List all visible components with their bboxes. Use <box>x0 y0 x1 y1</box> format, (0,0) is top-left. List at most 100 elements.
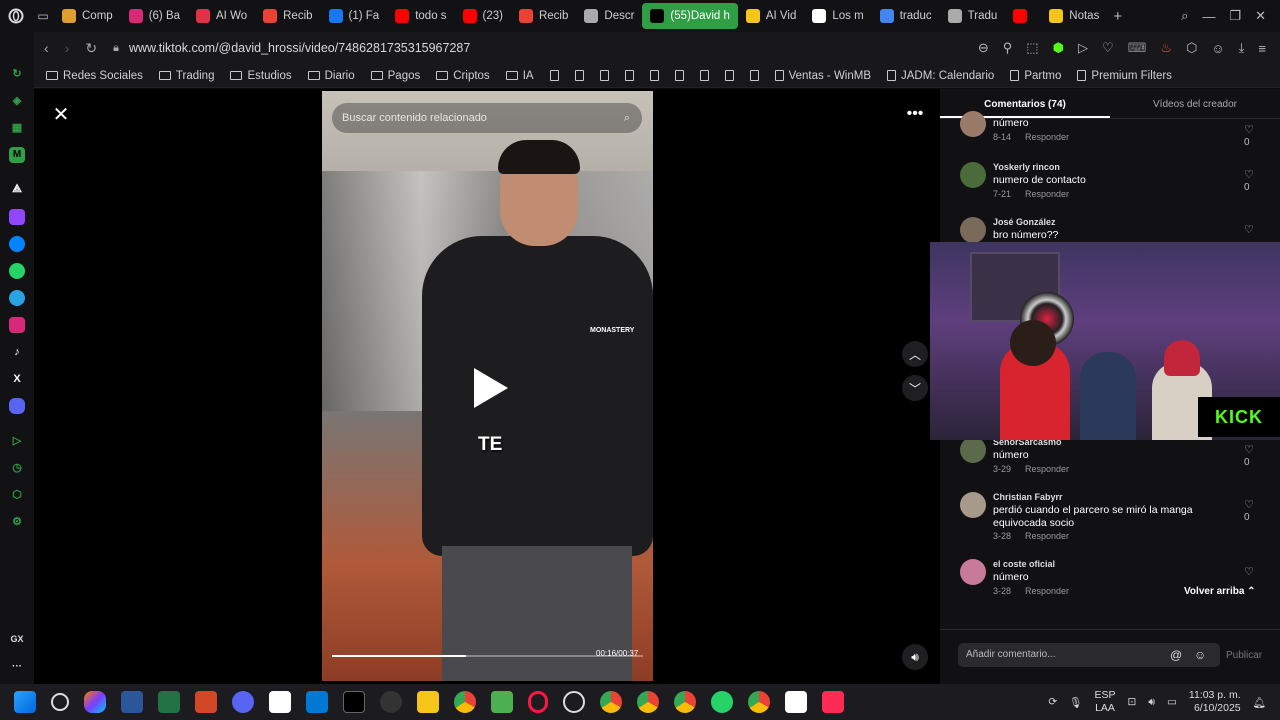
network-icon[interactable]: ⊡ <box>1128 696 1137 708</box>
capcut-2-icon[interactable] <box>784 691 807 713</box>
chrome-icon[interactable] <box>453 691 476 713</box>
bookmark-item[interactable]: Trading <box>158 70 214 82</box>
discord-icon[interactable] <box>9 397 25 414</box>
comment-username[interactable]: Christian Fabyrr <box>993 492 1063 502</box>
emoji-icon[interactable]: ☺ <box>1194 643 1206 667</box>
url-field[interactable]: www.tiktok.com/@david_hrossi/video/74862… <box>129 41 470 55</box>
battery-icon[interactable]: ▭ <box>1167 696 1177 708</box>
fire-icon[interactable]: ♨ <box>1160 40 1172 56</box>
browser-tab[interactable]: Los m <box>804 3 871 29</box>
browser-tab[interactable]: (23) <box>455 3 511 29</box>
browser-tab[interactable]: (6) Ba <box>121 3 188 29</box>
windows-start-icon[interactable] <box>13 691 36 713</box>
close-window-icon[interactable]: ✕ <box>1255 8 1266 24</box>
search-icon[interactable]: ⌕ <box>1181 8 1188 24</box>
bookmark-item[interactable]: Premium Filters <box>1077 70 1172 82</box>
reply-button[interactable]: Responder <box>1025 531 1069 541</box>
language-indicator[interactable]: ESP LAA <box>1095 689 1116 715</box>
clock[interactable]: 11:03 p. m. 6/10/2025 <box>1189 689 1241 715</box>
bookmark-heart-icon[interactable]: ♡ <box>1102 40 1114 56</box>
obs-icon[interactable] <box>379 691 402 713</box>
refresh-sidebar-icon[interactable]: ↻ <box>9 66 25 82</box>
reply-button[interactable]: Responder <box>1025 586 1069 596</box>
instagram-icon[interactable] <box>9 316 25 333</box>
comment-username[interactable]: Yoskerly rincon <box>993 162 1060 172</box>
extensions-bar-icon[interactable]: ⬡ <box>1186 40 1197 56</box>
video-player[interactable]: Buscar contenido relacionado ⌕ MONASTERY… <box>322 91 653 681</box>
chatgpt-icon[interactable] <box>562 691 585 713</box>
whatsapp-icon[interactable] <box>9 262 25 279</box>
tiktok-icon[interactable]: ♪ <box>9 344 25 360</box>
new-tab-button[interactable]: + <box>1113 8 1122 25</box>
related-search-input[interactable]: Buscar contenido relacionado ⌕ <box>332 103 642 133</box>
maximize-icon[interactable]: ❐ <box>1229 8 1241 24</box>
gx-label[interactable]: GX <box>9 631 25 647</box>
bookmark-item[interactable] <box>574 70 584 81</box>
chrome-profile-2-icon[interactable] <box>636 691 659 713</box>
mention-icon[interactable]: @ <box>1170 643 1182 667</box>
reload-icon[interactable]: ↻ <box>85 40 97 57</box>
capcut-icon[interactable] <box>268 691 291 713</box>
file-explorer-icon[interactable] <box>416 691 439 713</box>
opera-gx-icon[interactable] <box>527 691 548 713</box>
like-heart-icon[interactable]: ♡ <box>1242 498 1256 511</box>
sidebar-more-icon[interactable]: ··· <box>9 658 25 674</box>
next-video-button[interactable]: ﹀ <box>902 375 928 401</box>
publish-button[interactable]: Publicar <box>1226 650 1262 661</box>
back-to-top-button[interactable]: Volver arriba ⌃ <box>1184 586 1256 597</box>
extensions-icon[interactable]: ⬡ <box>9 487 25 503</box>
browser-tab[interactable]: Recib <box>255 3 320 29</box>
bookmark-item[interactable] <box>699 70 709 81</box>
previous-video-button[interactable]: ︿ <box>902 341 928 367</box>
word-icon[interactable] <box>120 691 143 713</box>
browser-tab[interactable]: traduc <box>872 3 940 29</box>
bookmark-item[interactable]: Pagos <box>370 70 420 82</box>
bookmark-item[interactable]: Partmo <box>1010 70 1061 82</box>
twitch-icon[interactable] <box>9 208 25 225</box>
browser-tab[interactable]: Recib <box>511 3 576 29</box>
close-icon[interactable]: ✕ <box>50 104 72 126</box>
avatar[interactable] <box>960 162 986 188</box>
avatar[interactable] <box>960 559 986 585</box>
browser-tab[interactable]: AI Wo <box>188 3 255 29</box>
bookmark-item[interactable]: Estudios <box>230 70 292 82</box>
bookmark-item[interactable] <box>649 70 659 81</box>
tab-list-icon[interactable]: ▭ <box>32 9 54 23</box>
workspace-icon[interactable]: ▦ <box>9 120 25 136</box>
bookmark-item[interactable] <box>624 70 634 81</box>
search-icon[interactable]: ⌕ <box>624 112 630 125</box>
avatar[interactable] <box>960 217 986 243</box>
back-icon[interactable]: ‹ <box>44 40 49 56</box>
m-icon[interactable]: M <box>9 146 25 163</box>
bookmark-item[interactable]: JADM: Calendario <box>887 70 994 82</box>
bookmark-item[interactable] <box>674 70 684 81</box>
recycle-icon[interactable] <box>490 691 513 713</box>
browser-tab[interactable] <box>1005 3 1041 29</box>
messenger-icon[interactable] <box>9 235 25 252</box>
downloads-icon[interactable]: ⤓ <box>1239 40 1245 56</box>
like-heart-icon[interactable]: ♡ <box>1242 443 1256 456</box>
tradingview-taskbar-icon[interactable] <box>342 691 365 713</box>
bookmark-item[interactable]: IA <box>505 70 534 82</box>
forward-icon[interactable]: › <box>65 40 70 56</box>
sync-icon[interactable]: ⟳ <box>1048 696 1057 708</box>
like-heart-icon[interactable]: ♡ <box>1242 223 1256 236</box>
snapshot-icon[interactable]: ⬚ <box>1026 40 1038 56</box>
player-bar-icon[interactable]: ▷ <box>1078 40 1088 56</box>
settings-icon[interactable]: ⚙ <box>9 514 25 530</box>
opera-logo-icon[interactable] <box>0 0 32 32</box>
profile-icon[interactable]: ☺ <box>1211 41 1224 56</box>
history-icon[interactable]: ◷ <box>9 460 25 476</box>
browser-tab[interactable]: AI Vid <box>738 3 804 29</box>
tab-creator-videos[interactable]: Vídeos del creador <box>1110 89 1280 118</box>
pin-icon[interactable]: ⚲ <box>1003 40 1013 56</box>
browser-tab[interactable]: (1) Fa <box>321 3 388 29</box>
bookmark-item[interactable] <box>599 70 609 81</box>
like-heart-icon[interactable]: ♡ <box>1242 168 1256 181</box>
add-comment-input[interactable]: Añadir comentario... @ ☺ <box>958 643 1220 667</box>
avatar[interactable] <box>960 111 986 137</box>
volume-taskbar-icon[interactable]: 🔊︎ <box>1148 696 1155 709</box>
code-icon[interactable]: ⌨ <box>1128 40 1147 56</box>
aria-icon[interactable]: ◈ <box>9 93 25 109</box>
telegram-icon[interactable] <box>9 289 25 306</box>
